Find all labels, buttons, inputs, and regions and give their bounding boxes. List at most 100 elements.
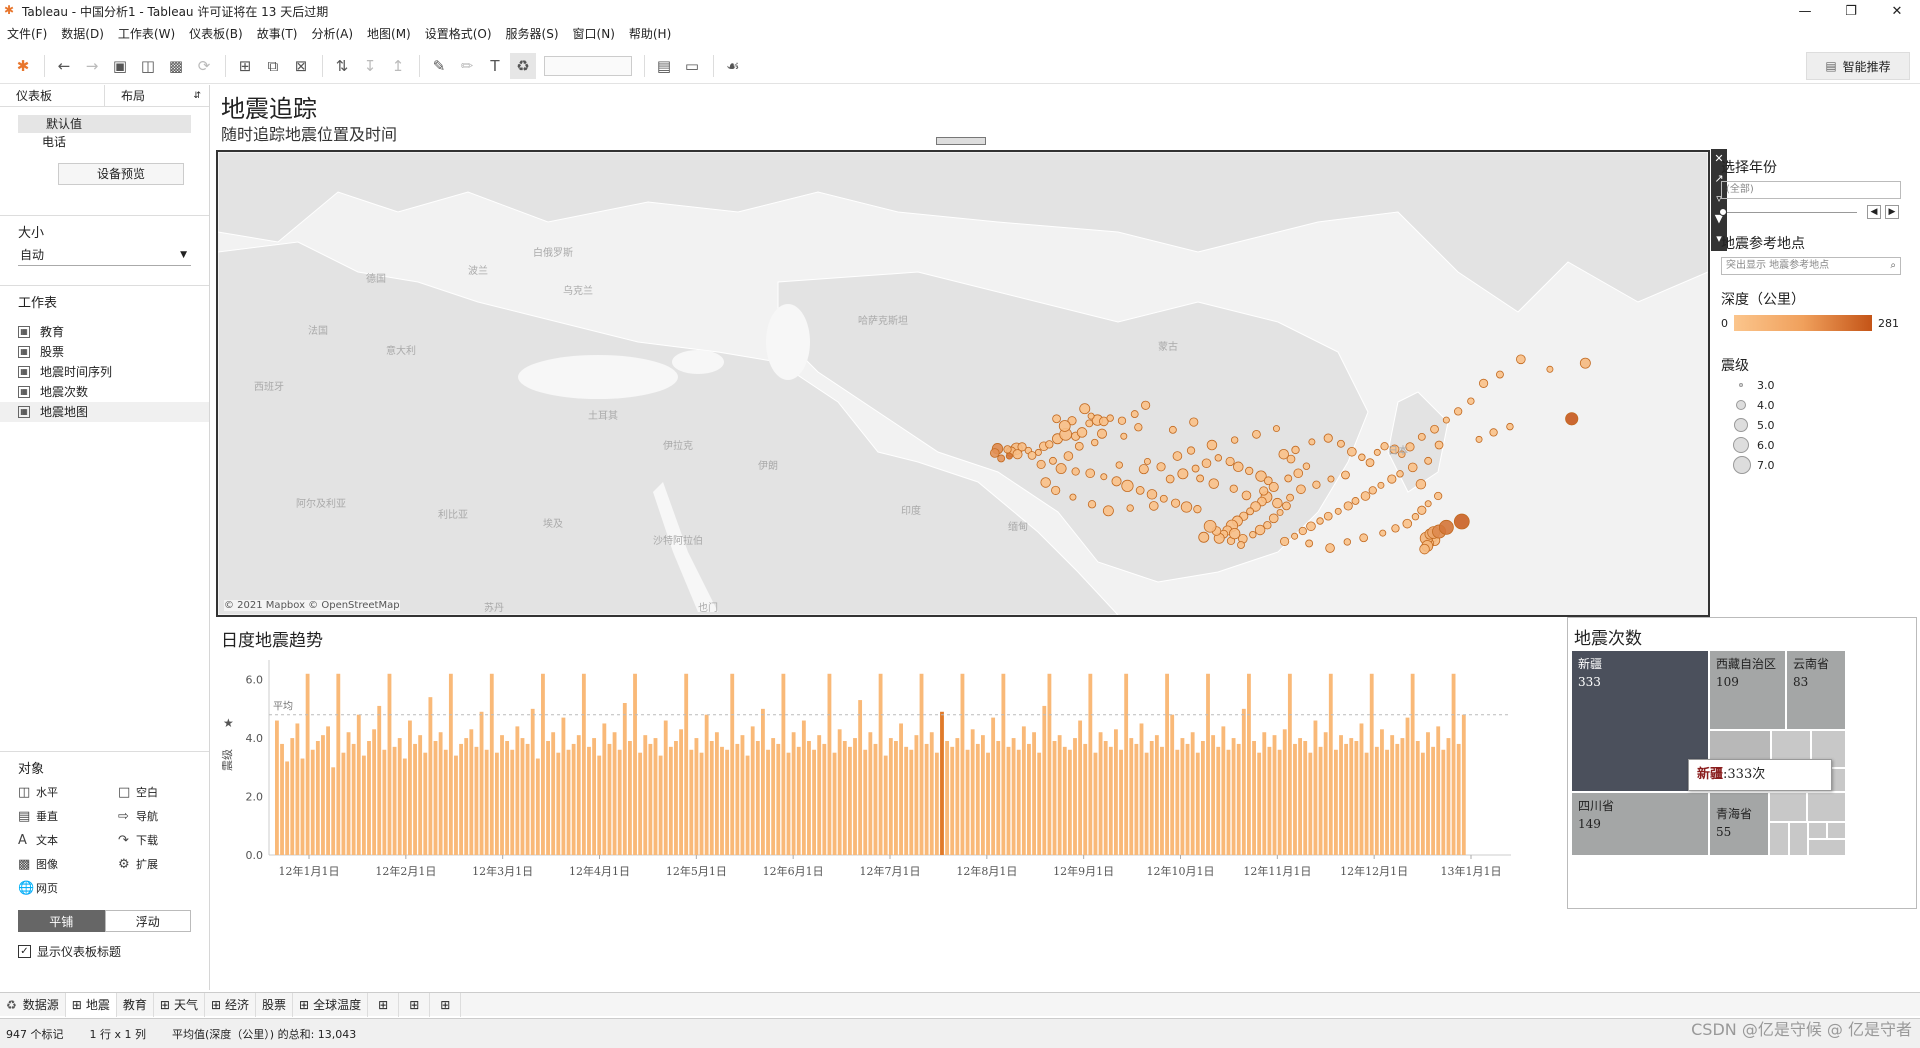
earthquake-point (1434, 491, 1443, 501)
new-dashboard-tab-icon[interactable]: ⊞ (399, 992, 431, 1017)
place-highlight-input[interactable]: 突出显示 地震参考地点 ⌕ (1721, 257, 1901, 275)
new-worksheet-tab-icon[interactable]: ⊞ (368, 992, 400, 1017)
size-dropdown[interactable]: 自动 ▼ (18, 244, 191, 266)
year-slider[interactable]: ◀ ▶ (1719, 203, 1920, 221)
sort-desc-icon[interactable]: ↥ (385, 53, 411, 79)
share-icon[interactable]: ☙ (720, 53, 746, 79)
tab-sheet[interactable]: ⊞ 经济 (205, 992, 257, 1017)
tab-sheet[interactable]: 股票 (256, 992, 294, 1017)
treemap-cell-small[interactable] (1769, 822, 1789, 856)
object-horizontal[interactable]: ◫ 水平 (18, 780, 118, 804)
refresh-icon[interactable]: ⟳ (191, 53, 217, 79)
menu-file[interactable]: 文件(F) (0, 24, 54, 44)
treemap-cell-tibet[interactable]: 西藏自治区 109 (1709, 650, 1786, 730)
daily-trend-chart[interactable]: 0.0 2.0 4.0 6.0 震级 ★ 平均 12年1月1日 12年2月1日 12年3月1日 12… (211, 620, 1571, 990)
object-blank[interactable]: □ 空白 (118, 780, 218, 804)
tab-sheet[interactable]: ⊞ 地震 (65, 992, 117, 1017)
back-arrow-icon[interactable]: ← (51, 53, 77, 79)
treemap-cell-small[interactable] (1808, 839, 1846, 856)
highlight-icon[interactable]: ✎ (426, 53, 452, 79)
chevron-right-icon[interactable]: ▶ (1885, 205, 1899, 219)
treemap-cell-small[interactable] (1769, 792, 1807, 822)
trend-bar (372, 729, 377, 855)
tab-sheet[interactable]: ⊞ 全球温度 (293, 992, 369, 1017)
device-default[interactable]: 默认值 (18, 115, 191, 133)
earthquake-point (1343, 501, 1353, 511)
device-phone[interactable]: 电话 (0, 133, 209, 151)
fix-axes-icon[interactable]: ♻ (510, 52, 536, 79)
menu-worksheet[interactable]: 工作表(W) (111, 24, 182, 44)
trend-bar (730, 673, 735, 855)
treemap-cell-sichuan[interactable]: 四川省 149 (1571, 792, 1709, 856)
object-navigation[interactable]: ⇨ 导航 (118, 804, 218, 828)
clear-sheet-icon[interactable]: ⊠ (288, 53, 314, 79)
object-image[interactable]: ▩ 图像 (18, 852, 118, 876)
menu-help[interactable]: 帮助(H) (622, 24, 678, 44)
menu-analysis[interactable]: 分析(A) (304, 24, 360, 44)
fit-dropdown[interactable] (544, 55, 632, 76)
menu-map[interactable]: 地图(M) (360, 24, 418, 44)
object-extension[interactable]: ⚙ 扩展 (118, 852, 218, 876)
tiled-button[interactable]: 平铺 (18, 910, 105, 932)
floating-button[interactable]: 浮动 (104, 910, 191, 932)
tableau-logo-icon[interactable]: ✱ (10, 53, 36, 79)
worksheet-item[interactable]: ▦ 股票 (0, 342, 209, 362)
worksheet-item[interactable]: ▦ 教育 (0, 322, 209, 342)
worksheet-item[interactable]: ▦ 地震次数 (0, 382, 209, 402)
menu-server[interactable]: 服务器(S) (499, 24, 566, 44)
group-icon[interactable]: ✏ (454, 53, 480, 79)
treemap-cell-qinghai[interactable]: 青海省 55 (1709, 792, 1769, 856)
x-tick-label: 12年1月1日 (279, 864, 340, 878)
new-datasource-icon[interactable]: ◫ (135, 53, 161, 79)
tab-sheet[interactable]: 教育 (117, 992, 154, 1017)
tab-layout[interactable]: 布局 ⇵ (104, 85, 209, 106)
pause-updates-icon[interactable]: ▩ (163, 53, 189, 79)
new-worksheet-icon[interactable]: ⊞ (232, 53, 258, 79)
device-preview-button[interactable]: 设备预览 (58, 163, 184, 185)
tab-dashboard[interactable]: 仪表板 (0, 85, 104, 106)
treemap-cell-yunnan[interactable]: 云南省 83 (1786, 650, 1846, 730)
chevron-left-icon[interactable]: ◀ (1867, 205, 1881, 219)
menu-dashboard[interactable]: 仪表板(B) (182, 24, 250, 44)
year-filter-value[interactable]: (全部) (1721, 181, 1901, 199)
show-title-checkbox[interactable]: ✓ 显示仪表板标题 (0, 940, 209, 962)
object-vertical[interactable]: ▤ 垂直 (18, 804, 118, 828)
treemap-cell-small[interactable] (1807, 792, 1846, 822)
swap-icon[interactable]: ⇅ (329, 53, 355, 79)
minimize-button[interactable]: — (1782, 0, 1828, 22)
new-story-tab-icon[interactable]: ⊞ (430, 992, 462, 1017)
menu-story[interactable]: 故事(T) (250, 24, 305, 44)
maximize-button[interactable]: ❐ (1828, 0, 1874, 22)
duplicate-icon[interactable]: ⧉ (260, 53, 286, 79)
show-cards-icon[interactable]: ▤ (651, 53, 677, 79)
treemap-cell-small[interactable] (1808, 822, 1827, 839)
object-webpage[interactable]: 🌐 网页 (18, 876, 118, 900)
presentation-icon[interactable]: ▭ (679, 53, 705, 79)
close-window-button[interactable]: ✕ (1874, 0, 1920, 22)
show-me-button[interactable]: ▤ 智能推荐 (1806, 52, 1910, 80)
sort-asc-icon[interactable]: ↧ (357, 53, 383, 79)
resize-grip-icon[interactable] (936, 137, 986, 145)
earthquake-map[interactable]: 哈萨克斯坦 蒙古 土耳其 伊朗 阿尔及利亚 利比亚 埃及 沙特阿拉伯 印度 日本… (216, 150, 1710, 617)
map-attribution[interactable]: © 2021 Mapbox © OpenStreetMap (224, 600, 400, 611)
treemap-cell-small[interactable] (1827, 822, 1846, 839)
labels-icon[interactable]: T (482, 53, 508, 79)
forward-arrow-icon[interactable]: → (79, 53, 105, 79)
menu-window[interactable]: 窗口(N) (566, 24, 622, 44)
earthquake-point (1327, 475, 1335, 483)
slider-knob[interactable] (1719, 207, 1727, 216)
trend-bar (1349, 738, 1354, 855)
treemap-cell-small[interactable] (1789, 822, 1808, 856)
object-download[interactable]: ↷ 下载 (118, 828, 218, 852)
trend-bar (535, 758, 540, 855)
worksheet-item[interactable]: ▦ 地震时间序列 (0, 362, 209, 382)
menu-data[interactable]: 数据(D) (54, 24, 111, 44)
worksheet-item[interactable]: ▦ 地震地图 (0, 402, 209, 422)
menu-format[interactable]: 设置格式(O) (418, 24, 499, 44)
earthquake-point (1284, 474, 1293, 483)
object-text[interactable]: A 文本 (18, 828, 118, 852)
tab-sheet[interactable]: ⊞ 天气 (154, 992, 205, 1017)
save-icon[interactable]: ▣ (107, 53, 133, 79)
tab-datasource[interactable]: ♻ 数据源 (0, 992, 66, 1017)
quake-count-treemap[interactable]: 地震次数 新疆333 西藏自治区109 云南省83 69 四川省149 青海省5… (1567, 617, 1917, 909)
